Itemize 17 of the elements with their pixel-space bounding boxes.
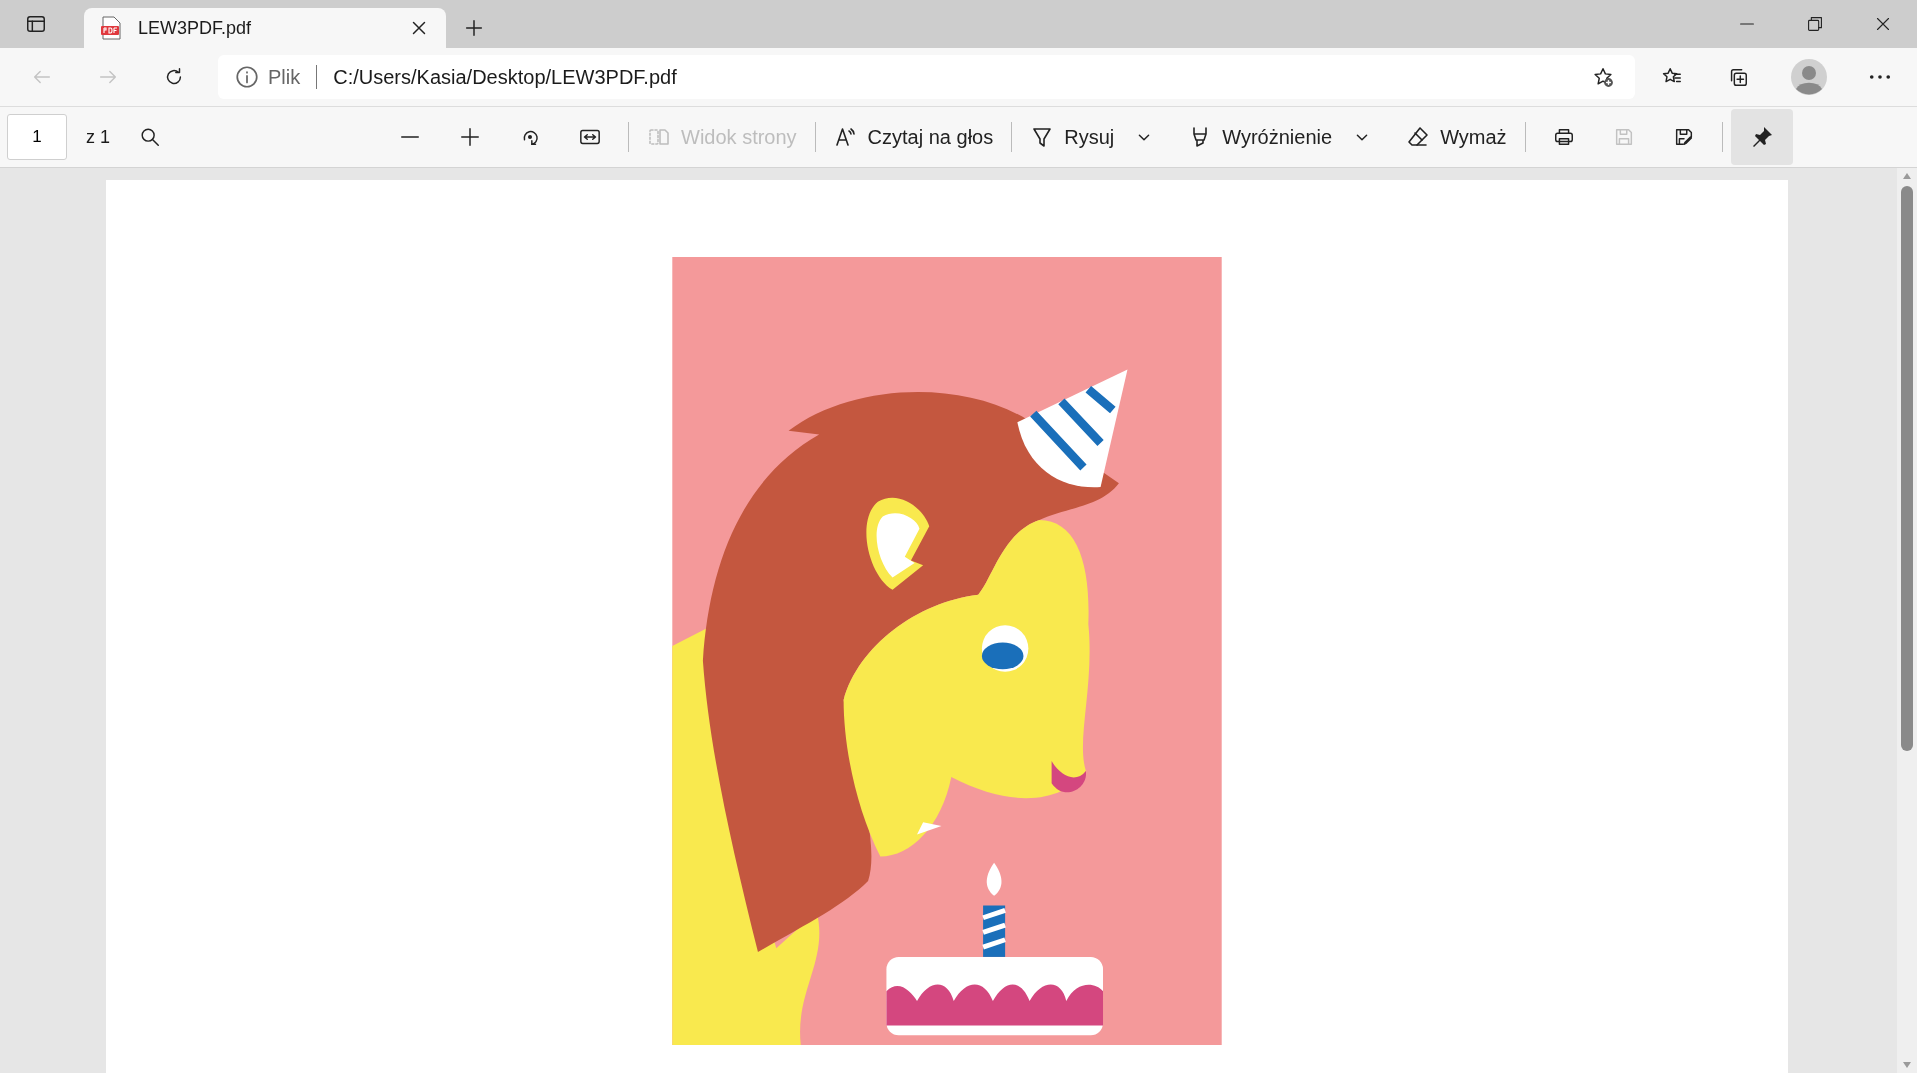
eraser-button[interactable]: Wymaż	[1396, 113, 1517, 161]
eraser-icon	[1406, 125, 1431, 149]
scrollbar-thumb[interactable]	[1901, 186, 1913, 751]
pdf-file-icon	[100, 16, 122, 40]
pen-button[interactable]: Rysuj	[1020, 113, 1125, 161]
url-text[interactable]: C:/Users/Kasia/Desktop/LEW3PDF.pdf	[333, 62, 1579, 92]
browser-tab[interactable]: LEW3PDF.pdf	[84, 8, 446, 48]
read-aloud-button[interactable]: Czytaj na głos	[823, 113, 1004, 161]
page-number-field[interactable]: 1	[7, 114, 67, 160]
read-aloud-icon	[833, 125, 858, 149]
page-count-label: z 1	[86, 125, 110, 149]
avatar-icon[interactable]	[1791, 59, 1827, 95]
pin-icon[interactable]	[1730, 109, 1793, 165]
highlighter-button[interactable]: Wyróżnienie	[1178, 113, 1343, 161]
site-scheme-label: Plik	[268, 65, 301, 90]
info-icon[interactable]	[234, 64, 260, 90]
tab-title: LEW3PDF.pdf	[138, 16, 253, 40]
